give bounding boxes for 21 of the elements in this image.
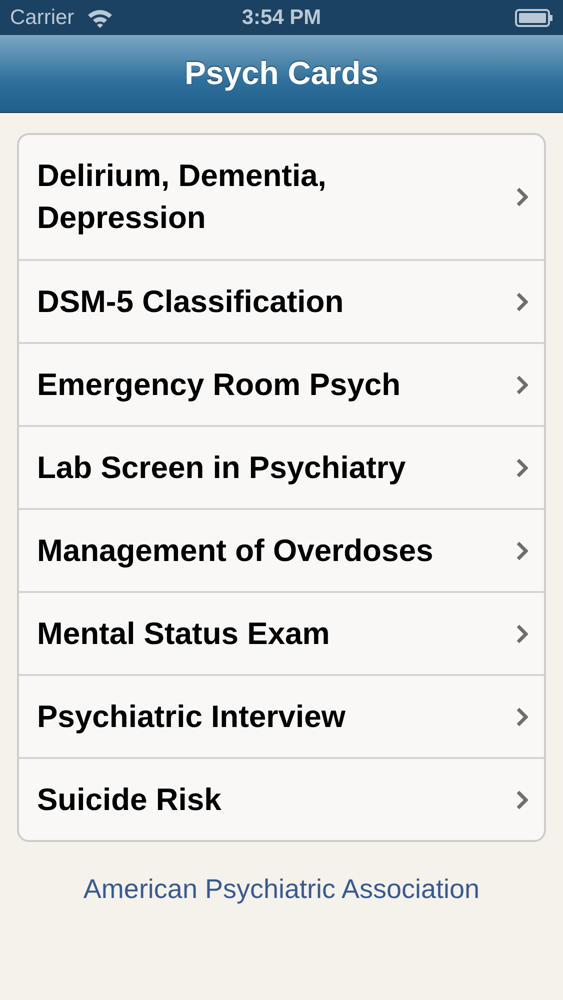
chevron-icon: [516, 187, 528, 207]
chevron-icon: [516, 790, 528, 810]
chevron-icon: [516, 374, 528, 394]
chevron-icon: [516, 458, 528, 478]
list-item[interactable]: Suicide Risk: [19, 757, 544, 840]
list-item[interactable]: Lab Screen in Psychiatry: [19, 425, 544, 508]
chevron-icon: [516, 540, 528, 560]
carrier-name: Carrier: [10, 6, 74, 30]
chevron-icon: [516, 292, 528, 312]
chevron-icon: [516, 624, 528, 644]
battery-icon: [515, 8, 553, 26]
list-item[interactable]: Psychiatric Interview: [19, 674, 544, 757]
list-item[interactable]: Delirium, Dementia, Depression: [19, 135, 544, 259]
list-item[interactable]: DSM-5 Classification: [19, 259, 544, 342]
screen-title: Psych Cards: [184, 55, 378, 92]
footer-link[interactable]: American Psychiatric Association: [83, 874, 480, 905]
chevron-icon: [516, 706, 528, 726]
list-item[interactable]: Emergency Room Psych: [19, 342, 544, 425]
status-time: 3:54 PM: [242, 6, 322, 30]
list-item[interactable]: Mental Status Exam: [19, 591, 544, 674]
list-item[interactable]: Management of Overdoses: [19, 508, 544, 591]
